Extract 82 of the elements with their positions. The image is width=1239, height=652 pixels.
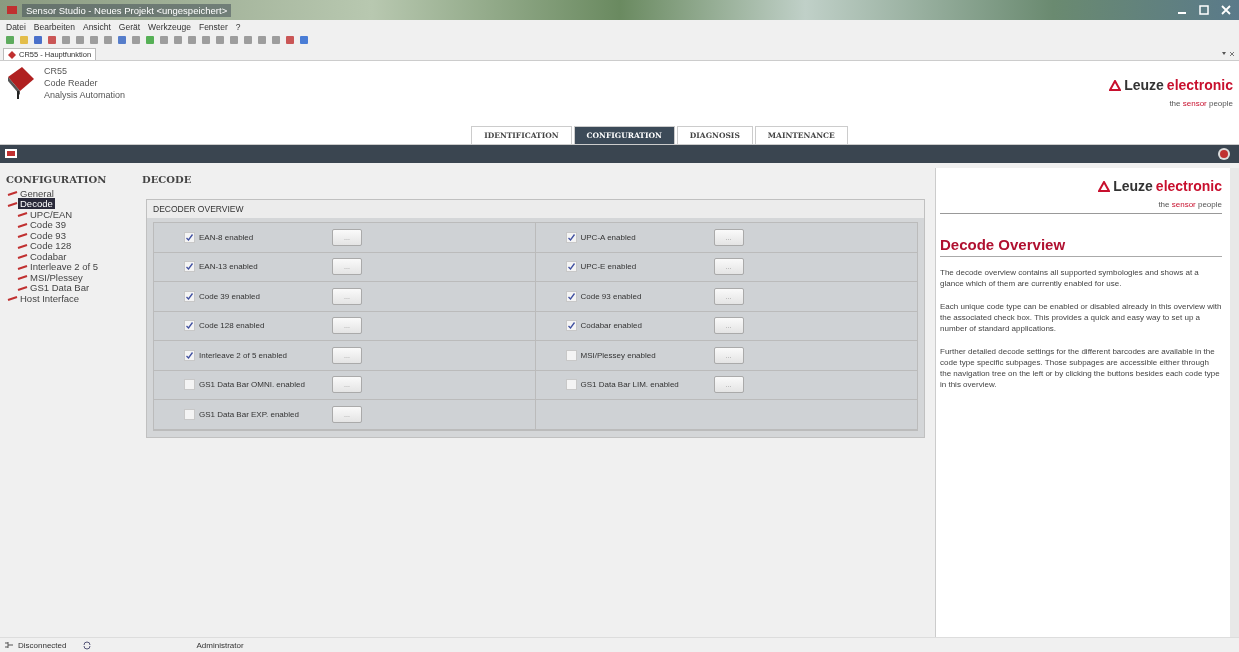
tree-title: CONFIGURATION — [6, 174, 108, 185]
brand-tagline: the sensor people — [1169, 99, 1233, 108]
checkbox-label: Codabar enabled — [580, 321, 642, 331]
tree-item[interactable]: Code 128 — [6, 240, 138, 251]
tree-item[interactable]: UPC/EAN — [6, 209, 138, 220]
user-role: Administrator — [196, 640, 244, 650]
scrollbar[interactable] — [1230, 168, 1239, 637]
close-icon[interactable] — [1219, 4, 1233, 16]
checkbox-label: GS1 Data Bar EXP. enabled — [199, 409, 299, 419]
app-icon — [6, 4, 18, 16]
checkbox[interactable] — [565, 320, 577, 332]
checkbox[interactable] — [565, 379, 577, 391]
page-icon — [16, 241, 28, 250]
checkbox[interactable] — [565, 349, 577, 361]
brand-tagline: the sensor people — [1158, 200, 1222, 209]
checkbox-label: Interleave 2 of 5 enabled — [199, 350, 288, 360]
page-icon — [6, 189, 18, 198]
checkbox[interactable] — [184, 408, 195, 420]
refresh-icon[interactable] — [82, 640, 93, 650]
tree-item[interactable]: Decode — [6, 198, 138, 209]
page-icon — [16, 231, 28, 240]
checkbox[interactable] — [565, 231, 577, 243]
menu-item[interactable]: Datei — [6, 21, 26, 32]
tree-item[interactable]: MSI/Plessey — [6, 272, 138, 283]
device-model: CR55 — [44, 65, 68, 77]
section-title: DECODE — [142, 174, 193, 185]
checkbox-label: GS1 Data Bar LIM. enabled — [580, 380, 679, 390]
checkbox-label: GS1 Data Bar OMNI. enabled — [199, 380, 305, 390]
device-icon — [8, 50, 16, 59]
page-icon — [6, 294, 18, 303]
checkbox-label: UPC-A enabled — [580, 232, 636, 242]
menu-item[interactable]: Bearbeiten — [33, 21, 75, 32]
menu-item[interactable]: Gerät — [118, 21, 141, 32]
connection-status: Disconnected — [18, 640, 67, 650]
help-paragraph: Each unique code type can be enabled or disabled already in this overview with the associated check box. This provides a quick and easy way to set up a number of standard applications. — [940, 301, 1222, 334]
page-icon — [16, 283, 28, 292]
tree-item[interactable]: Code 39 — [6, 219, 138, 230]
checkbox-label: UPC-E enabled — [580, 262, 637, 272]
checkbox[interactable] — [184, 379, 195, 391]
device-icon — [6, 65, 36, 99]
checkbox-label: EAN-13 enabled — [199, 262, 258, 272]
help-paragraph: Further detailed decode settings for the different barcodes are available in the code type specific subpages. Those subpages are accessible either through the navigation tree on the left or by clicking the buttons besides each code type in this overview. — [940, 346, 1221, 390]
plug-icon — [4, 640, 14, 650]
page-icon — [16, 252, 28, 261]
checkbox[interactable] — [184, 349, 195, 361]
menu-item[interactable]: ? — [235, 21, 241, 32]
checkbox[interactable] — [184, 261, 195, 273]
tree-item[interactable]: Code 93 — [6, 230, 138, 241]
page-icon — [16, 273, 28, 282]
page-icon — [16, 262, 28, 271]
tree-item[interactable]: Codabar — [6, 251, 138, 262]
dropdown-icon[interactable] — [1221, 49, 1235, 58]
checkbox-label: MSI/Plessey enabled — [580, 350, 656, 360]
menu-item[interactable]: Ansicht — [82, 21, 111, 32]
tree-item[interactable]: GS1 Data Bar — [6, 282, 138, 293]
device-vendor: Analysis Automation — [44, 89, 126, 101]
page-icon — [16, 220, 28, 229]
monitor-icon[interactable] — [4, 148, 20, 160]
checkbox-label: Code 39 enabled — [199, 291, 260, 301]
tree-item[interactable]: Interleave 2 of 5 — [6, 261, 138, 272]
checkbox-label: Code 128 enabled — [199, 321, 265, 331]
help-icon[interactable] — [1217, 147, 1231, 161]
checkbox-label: EAN-8 enabled — [199, 232, 254, 242]
help-title: Decode Overview — [940, 236, 1222, 257]
brand-logo: Leuze electronic — [1109, 77, 1233, 93]
checkbox[interactable] — [184, 231, 195, 243]
window-title: Sensor Studio - Neues Projekt <ungespeichert> — [22, 3, 232, 17]
brand-logo: Leuze electronic — [1098, 178, 1222, 194]
device-type: Code Reader — [44, 77, 99, 89]
page-icon — [16, 210, 28, 219]
checkbox[interactable] — [184, 320, 195, 332]
maximize-icon[interactable] — [1197, 4, 1211, 16]
checkbox[interactable] — [565, 290, 577, 302]
checkbox[interactable] — [565, 261, 577, 273]
tree-item[interactable]: Host Interface — [6, 293, 138, 304]
menu-item[interactable]: Werkzeuge — [148, 21, 191, 32]
help-paragraph: The decode overview contains all supported symbologies and shows at a glance which of them are currently enabled for use. — [940, 267, 1200, 289]
tree-item[interactable]: General — [6, 188, 138, 199]
menu-item[interactable]: Fenster — [198, 21, 228, 32]
page-icon — [6, 199, 18, 208]
checkbox-label: Code 93 enabled — [580, 291, 642, 301]
checkbox[interactable] — [184, 290, 195, 302]
